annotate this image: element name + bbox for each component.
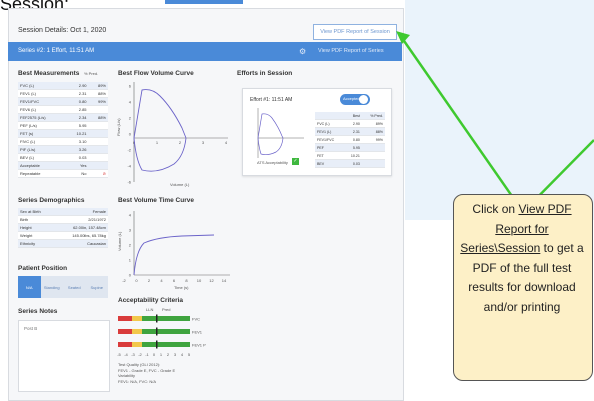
- arrow-head-session: [396, 31, 410, 44]
- arrow-line-session: [400, 37, 525, 213]
- instruction-callout-text: Click on View PDF Report for Series\Sess…: [457, 200, 587, 317]
- callout-pre: Click on: [472, 202, 519, 216]
